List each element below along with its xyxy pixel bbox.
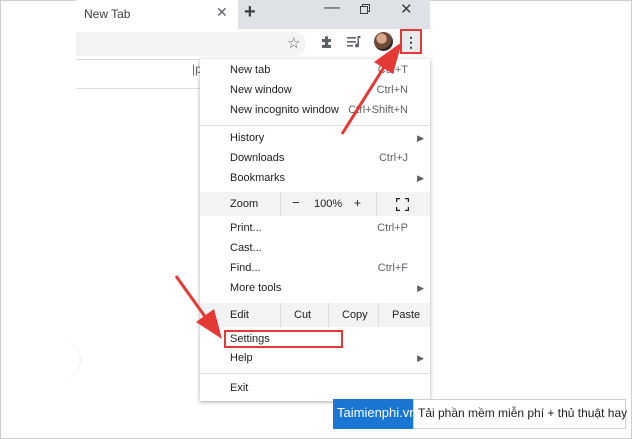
menu-item-shortcut: Ctrl+P: [377, 222, 408, 234]
menu-divider: [200, 373, 430, 374]
menu-item-shortcut: Ctrl+N: [376, 84, 408, 96]
zoom-in-button[interactable]: +: [354, 196, 361, 210]
menu-item-new-incognito-window[interactable]: New incognito window Ctrl+Shift+N: [200, 101, 430, 121]
chevron-right-icon: ▶: [417, 283, 424, 293]
tab-new-tab[interactable]: New Tab ✕: [76, 0, 238, 29]
menu-item-shortcut: Ctrl+F: [377, 262, 408, 274]
zoom-label: Zoom: [230, 198, 259, 210]
menu-item-label: New window: [230, 84, 292, 96]
menu-item-help[interactable]: Help ▶: [200, 349, 430, 369]
tab-close-icon[interactable]: ✕: [216, 4, 228, 21]
menu-item-cast[interactable]: Cast...: [200, 239, 430, 259]
menu-item-shortcut: Ctrl+T: [377, 64, 408, 76]
zoom-out-button[interactable]: −: [292, 195, 300, 210]
ntp-search-box[interactable]: [76, 60, 204, 89]
menu-item-downloads[interactable]: Downloads Ctrl+J: [200, 149, 430, 169]
chevron-right-icon: ▶: [417, 173, 424, 183]
menu-item-label: Find...: [230, 262, 261, 274]
cut-button[interactable]: Cut: [294, 309, 311, 321]
address-bar[interactable]: ☆: [76, 32, 306, 56]
menu-item-label: Bookmarks: [230, 172, 286, 184]
settings-highlight-box: [224, 330, 343, 348]
menu-item-label: More tools: [230, 282, 282, 294]
menu-item-shortcut: Ctrl+Shift+N: [348, 104, 408, 116]
menu-item-bookmarks[interactable]: Bookmarks ▶: [200, 169, 430, 189]
restore-icon[interactable]: [360, 4, 370, 14]
edit-divider: [378, 303, 379, 327]
chevron-right-icon: ▶: [417, 353, 424, 363]
chevron-right-icon: ▶: [417, 133, 424, 143]
menu-item-new-window[interactable]: New window Ctrl+N: [200, 81, 430, 101]
tab-strip: New Tab ✕ + — ✕: [76, 0, 430, 29]
edit-divider: [280, 303, 281, 327]
fullscreen-icon[interactable]: [396, 198, 409, 211]
profile-avatar[interactable]: [374, 32, 393, 51]
menu-item-new-tab[interactable]: New tab Ctrl+T: [200, 61, 430, 81]
kebab-menu-icon[interactable]: ⋮: [400, 29, 422, 54]
toolbar: ☆ ⋮: [76, 29, 430, 60]
edit-divider: [328, 303, 329, 327]
chrome-main-menu: New tab Ctrl+T New window Ctrl+N New inc…: [200, 59, 430, 401]
menu-item-print[interactable]: Print... Ctrl+P: [200, 219, 430, 239]
paste-button[interactable]: Paste: [392, 309, 420, 321]
puzzle-icon[interactable]: [319, 34, 335, 50]
edit-label: Edit: [230, 309, 249, 321]
new-tab-button[interactable]: +: [244, 1, 256, 24]
watermark-tagline: Tải phần mềm miễn phí + thủ thuật hay: [413, 399, 627, 429]
edit-row: Edit Cut Copy Paste: [200, 303, 430, 327]
copy-button[interactable]: Copy: [342, 309, 368, 321]
close-window-button[interactable]: ✕: [400, 0, 413, 18]
ntp-shortcut-edge: [40, 340, 81, 380]
menu-item-label: History: [230, 132, 265, 144]
menu-item-label: Print...: [230, 222, 262, 234]
zoom-row: Zoom − 100% +: [200, 192, 430, 216]
zoom-divider: [376, 192, 377, 216]
menu-item-label: Cast...: [230, 242, 262, 254]
menu-item-label: New incognito window: [230, 104, 339, 116]
watermark: Taimienphi.vn Tải phần mềm miễn phí + th…: [333, 399, 627, 429]
zoom-level: 100%: [314, 198, 343, 210]
tab-title: New Tab: [84, 7, 131, 21]
menu-item-history[interactable]: History ▶: [200, 129, 430, 149]
menu-item-exit[interactable]: Exit: [200, 379, 430, 399]
menu-item-more-tools[interactable]: More tools ▶: [200, 279, 430, 299]
media-control-icon[interactable]: [346, 34, 364, 50]
watermark-brand: Taimienphi.vn: [333, 399, 417, 429]
menu-item-label: Downloads: [230, 152, 285, 164]
bookmark-star-icon[interactable]: ☆: [287, 34, 300, 52]
zoom-divider: [280, 192, 281, 216]
menu-item-label: New tab: [230, 64, 271, 76]
menu-item-shortcut: Ctrl+J: [378, 152, 408, 164]
menu-item-find[interactable]: Find... Ctrl+F: [200, 259, 430, 279]
menu-item-label: Exit: [230, 382, 249, 394]
menu-item-label: Help: [230, 352, 253, 364]
menu-divider: [200, 125, 430, 126]
minimize-button[interactable]: —: [324, 0, 340, 17]
